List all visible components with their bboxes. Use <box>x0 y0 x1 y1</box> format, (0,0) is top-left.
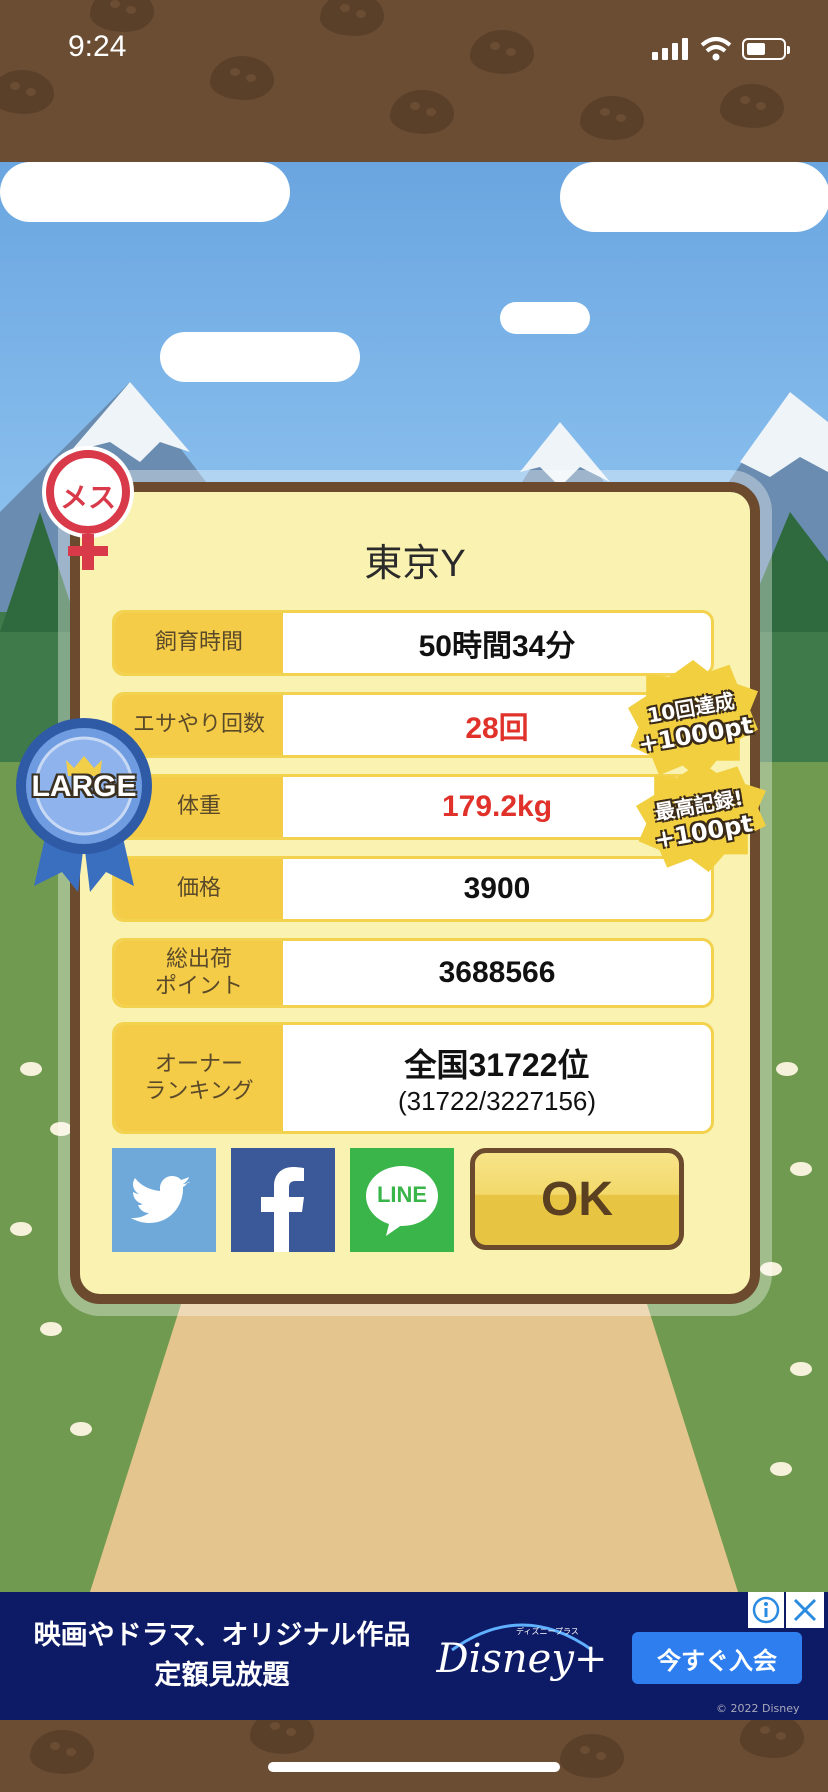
size-label: LARGE <box>31 770 137 803</box>
ad-copyright: © 2022 Disney <box>716 1702 800 1715</box>
flower <box>790 1362 812 1376</box>
ad-cta-button[interactable]: 今すぐ入会 <box>632 1632 802 1684</box>
flower <box>770 1462 792 1476</box>
bean-pattern <box>250 1720 314 1754</box>
facebook-share-button[interactable] <box>231 1148 335 1252</box>
cloud <box>500 302 590 334</box>
flower <box>776 1062 798 1076</box>
bean-pattern <box>470 30 534 74</box>
size-ribbon: LARGE <box>14 706 154 896</box>
cloud <box>560 162 828 232</box>
battery-icon <box>742 38 790 60</box>
bean-pattern <box>210 56 274 100</box>
stat-row-owner-ranking: オーナー ランキング 全国31722位 (31722/3227156) <box>112 1022 714 1134</box>
clock: 9:24 <box>68 30 127 63</box>
flower <box>20 1062 42 1076</box>
stat-label: オーナー ランキング <box>115 1025 283 1131</box>
cloud <box>0 162 290 222</box>
bean-pattern <box>30 1730 94 1774</box>
twitter-share-button[interactable] <box>112 1148 216 1252</box>
bean-pattern <box>390 90 454 134</box>
bean-pattern <box>580 96 644 140</box>
bean-pattern <box>720 84 784 128</box>
line-label: LINE <box>376 1182 428 1207</box>
bean-pattern <box>320 0 384 36</box>
bean-pattern <box>90 0 154 32</box>
ok-button[interactable]: OK <box>470 1148 684 1250</box>
flower <box>70 1422 92 1436</box>
achievement-badge: 最高記録! +100pt <box>636 762 766 872</box>
flower <box>10 1222 32 1236</box>
facebook-f-icon <box>261 1167 304 1252</box>
wifi-icon <box>700 37 732 61</box>
twitter-bird-icon <box>131 1176 190 1223</box>
status-bar: 9:24 <box>0 0 828 162</box>
line-share-button[interactable]: LINE <box>350 1148 454 1252</box>
ad-close-icon[interactable] <box>786 1592 824 1628</box>
female-badge: メス <box>38 446 138 576</box>
ad-info-icon[interactable] <box>748 1592 784 1628</box>
flower <box>760 1262 782 1276</box>
stat-row-price: 価格 3900 <box>112 856 714 922</box>
stat-label: 総出荷 ポイント <box>115 941 283 1005</box>
stat-row-weight: 体重 179.2kg <box>112 774 714 840</box>
gender-label: メス <box>59 481 116 514</box>
ranking-value: 全国31722位 (31722/3227156) <box>283 1025 711 1131</box>
signal-icon <box>652 38 688 60</box>
stat-label: 飼育時間 <box>115 613 283 673</box>
ad-brand: Disney+ <box>436 1636 608 1682</box>
bean-pattern <box>560 1734 624 1778</box>
flower <box>790 1162 812 1176</box>
ranking-sub: (31722/3227156) <box>397 1085 597 1116</box>
ad-text: 映画やドラマ、オリジナル作品 定額見放題 <box>33 1620 411 1691</box>
pet-name: 東京Y <box>364 543 466 585</box>
stat-row-breeding-time: 飼育時間 50時間34分 <box>112 610 714 676</box>
bottom-pattern-bar <box>0 1720 828 1792</box>
flower <box>40 1322 62 1336</box>
home-indicator[interactable] <box>268 1762 560 1772</box>
bean-pattern <box>0 70 54 114</box>
result-dialog: 東京Y 飼育時間 50時間34分 エサやり回数 28回 体重 179.2kg 価… <box>70 482 760 1304</box>
stat-value: 3688566 <box>438 956 556 989</box>
bean-pattern <box>740 1720 804 1758</box>
flower <box>50 1122 72 1136</box>
ad-banner[interactable]: 映画やドラマ、オリジナル作品 定額見放題 ディズニープラス Disney+ 今す… <box>0 1592 828 1720</box>
stat-row-shipping-points: 総出荷 ポイント 3688566 <box>112 938 714 1008</box>
ranking-main: 全国31722位 <box>404 1046 590 1083</box>
